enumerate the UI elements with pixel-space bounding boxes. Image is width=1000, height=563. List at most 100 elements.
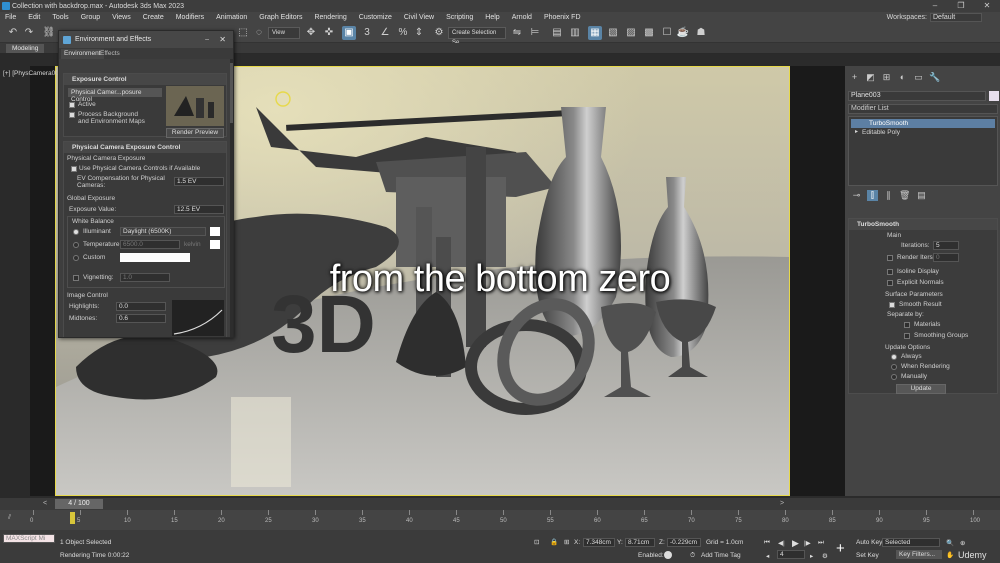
menu-phoenix-fd[interactable]: Phoenix FD bbox=[539, 14, 588, 21]
reference-coord-dropdown[interactable]: View bbox=[268, 27, 300, 39]
turbosmooth-heading[interactable]: TurboSmooth bbox=[849, 219, 997, 230]
time-config-icon[interactable]: ⚙ bbox=[822, 552, 828, 560]
frame-nav-next-icon[interactable]: ▸ bbox=[810, 552, 813, 560]
zoom-all-icon[interactable]: ⊕ bbox=[960, 539, 965, 547]
illuminant-dropdown[interactable]: Daylight (6500K) bbox=[120, 227, 206, 236]
maximize-button[interactable]: ❐ bbox=[948, 0, 974, 12]
update-button[interactable]: Update bbox=[896, 384, 946, 394]
temperature-color-swatch[interactable] bbox=[210, 240, 220, 249]
render-iterative-icon[interactable]: ☗ bbox=[694, 26, 708, 40]
custom-radio[interactable] bbox=[73, 255, 79, 261]
exposure-value-spinner[interactable]: 12.5 EV bbox=[174, 205, 224, 214]
show-end-result-icon[interactable]: ⫿ bbox=[867, 190, 878, 201]
time-slider-thumb[interactable]: 4 / 100 bbox=[55, 499, 103, 509]
dialog-minimize-icon[interactable]: – bbox=[205, 31, 209, 48]
render-setup-icon[interactable]: ▩ bbox=[642, 26, 656, 40]
menu-rendering[interactable]: Rendering bbox=[309, 14, 353, 21]
auto-key-button[interactable]: Auto Key bbox=[856, 539, 882, 546]
tab-effects[interactable]: Effects bbox=[97, 49, 123, 59]
menu-file[interactable]: File bbox=[0, 14, 23, 21]
prev-key-icon[interactable]: ◀| bbox=[778, 539, 785, 547]
time-tag-icon[interactable]: ⏱ bbox=[690, 552, 695, 560]
menu-create[interactable]: Create bbox=[138, 14, 171, 21]
window-crossing-icon[interactable]: ◌ bbox=[252, 26, 266, 40]
configure-sets-icon[interactable]: ▤ bbox=[916, 190, 927, 201]
x-coord-field[interactable]: 7.348cm bbox=[583, 538, 615, 547]
prev-frame-icon[interactable]: < bbox=[43, 500, 47, 507]
object-name-field[interactable]: Plane003 bbox=[848, 91, 986, 101]
render-preview-button[interactable]: Render Preview bbox=[166, 128, 224, 138]
track-bar[interactable]: ⫽ 0 5 10 15 20 25 30 35 40 45 50 55 60 65 70 75 80 85 90 95… bbox=[0, 510, 1000, 530]
undo-icon[interactable]: ↶ bbox=[6, 26, 20, 40]
when-rendering-radio[interactable] bbox=[891, 364, 897, 370]
explicit-normals-checkbox[interactable] bbox=[887, 280, 893, 286]
maxscript-listener[interactable]: MAXScript Mi bbox=[3, 534, 55, 543]
go-to-end-icon[interactable]: ⏭ bbox=[818, 539, 824, 547]
always-radio[interactable] bbox=[891, 354, 897, 360]
render-iters-spinner[interactable]: 0 bbox=[933, 253, 959, 262]
go-to-start-icon[interactable]: ⏮ bbox=[764, 539, 770, 547]
menu-arnold[interactable]: Arnold bbox=[507, 14, 539, 21]
dialog-close-icon[interactable]: ✕ bbox=[219, 31, 226, 48]
toggle-ribbon-icon[interactable]: ▥ bbox=[568, 26, 582, 40]
spinner-snap-icon[interactable]: ⇕ bbox=[412, 26, 426, 40]
manually-radio[interactable] bbox=[891, 374, 897, 380]
vignetting-checkbox[interactable] bbox=[73, 275, 79, 281]
set-key-button[interactable]: Set Key bbox=[856, 552, 879, 559]
enabled-toggle[interactable] bbox=[664, 551, 672, 559]
temperature-radio[interactable] bbox=[73, 242, 79, 248]
temperature-spinner[interactable]: 6500.0 bbox=[120, 240, 180, 249]
mirror-icon[interactable]: ⇋ bbox=[510, 26, 524, 40]
layer-explorer-icon[interactable]: ▤ bbox=[550, 26, 564, 40]
key-filters-button[interactable]: Key Filters... bbox=[896, 550, 942, 559]
dialog-scrollbar[interactable] bbox=[230, 59, 233, 337]
isoline-checkbox[interactable] bbox=[887, 269, 893, 275]
menu-customize[interactable]: Customize bbox=[354, 14, 399, 21]
workspaces-dropdown[interactable]: Default bbox=[930, 13, 982, 22]
select-manipulate-icon[interactable]: ✜ bbox=[322, 26, 336, 40]
minimize-button[interactable]: – bbox=[922, 0, 948, 12]
z-coord-field[interactable]: -0.229cm bbox=[667, 538, 701, 547]
menu-views[interactable]: Views bbox=[107, 14, 138, 21]
add-time-tag[interactable]: Add Time Tag bbox=[701, 552, 741, 559]
ev-compensation-spinner[interactable]: 1.5 EV bbox=[174, 177, 224, 186]
pin-stack-icon[interactable]: ⊸ bbox=[851, 190, 862, 201]
edit-named-sets-icon[interactable]: ⚙ bbox=[432, 26, 446, 40]
menu-modifiers[interactable]: Modifiers bbox=[171, 14, 211, 21]
exposure-type-dropdown[interactable]: Physical Camer...posure Control bbox=[68, 88, 162, 103]
highlights-spinner[interactable]: 0.0 bbox=[116, 302, 166, 311]
next-key-icon[interactable]: |▶ bbox=[804, 539, 811, 547]
remove-modifier-icon[interactable]: 🗑 bbox=[899, 190, 910, 201]
smooth-result-checkbox[interactable] bbox=[889, 302, 895, 308]
smoothing-groups-checkbox[interactable] bbox=[904, 333, 910, 339]
percent-snap-icon[interactable]: % bbox=[396, 26, 410, 40]
process-bg-checkbox[interactable] bbox=[69, 112, 75, 118]
rendered-frame-icon[interactable]: ☐ bbox=[660, 26, 674, 40]
render-production-icon[interactable]: ☕ bbox=[676, 26, 690, 40]
viewport-label[interactable]: [+] [PhysCamera00 bbox=[3, 70, 59, 77]
menu-group[interactable]: Group bbox=[76, 14, 107, 21]
align-icon[interactable]: ⊨ bbox=[528, 26, 542, 40]
frame-nav-icon[interactable]: ◂ bbox=[766, 552, 769, 560]
utilities-tab-icon[interactable]: 🔧 bbox=[929, 72, 940, 83]
custom-color-swatch[interactable] bbox=[120, 253, 190, 262]
display-tab-icon[interactable]: ▭ bbox=[913, 72, 924, 83]
object-color-swatch[interactable] bbox=[989, 91, 999, 101]
illuminant-radio[interactable] bbox=[73, 229, 79, 235]
menu-help[interactable]: Help bbox=[480, 14, 506, 21]
pivot-icon[interactable]: ✥ bbox=[304, 26, 318, 40]
add-key-icon[interactable]: + bbox=[836, 540, 845, 557]
material-editor-icon[interactable]: ▨ bbox=[624, 26, 638, 40]
active-checkbox[interactable] bbox=[69, 102, 75, 108]
midtones-spinner[interactable]: 0.6 bbox=[116, 314, 166, 323]
physcam-heading[interactable]: Physical Camera Exposure Control bbox=[64, 142, 226, 153]
play-icon[interactable]: ▶ bbox=[792, 538, 799, 549]
keyboard-shortcut-icon[interactable]: ▣ bbox=[342, 26, 356, 40]
exposure-control-heading[interactable]: Exposure Control bbox=[64, 74, 226, 85]
hierarchy-tab-icon[interactable]: ⊞ bbox=[881, 72, 892, 83]
selection-set-dropdown[interactable]: Create Selection Se bbox=[448, 27, 506, 46]
redo-icon[interactable]: ↷ bbox=[22, 26, 36, 40]
selection-lock-icon[interactable]: 🔒 bbox=[550, 538, 558, 546]
schematic-view-icon[interactable]: ▧ bbox=[606, 26, 620, 40]
menu-civil-view[interactable]: Civil View bbox=[399, 14, 441, 21]
